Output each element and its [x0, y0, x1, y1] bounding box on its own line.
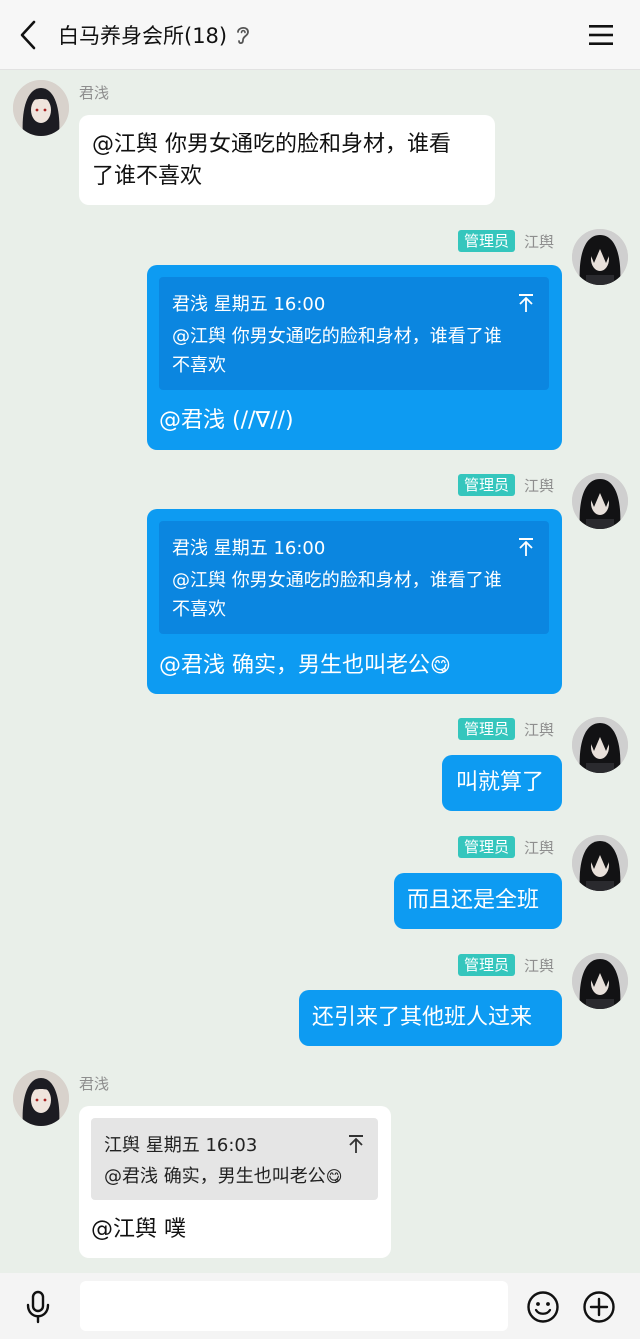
avatar[interactable] [572, 717, 628, 773]
tongue-emoji-icon: 😋 [430, 653, 451, 677]
quote-author-time: 江舆 星期五 16:03 [104, 1135, 258, 1156]
quote-author-time: 君浅 星期五 16:00 [172, 294, 326, 315]
jump-to-top-icon[interactable] [517, 293, 535, 313]
avatar[interactable] [13, 80, 69, 136]
message-text-content: @君浅 确实，男生也叫老公 [159, 653, 430, 678]
message-text: @江舆 你男女通吃的脸和身材，谁看 了谁不喜欢 [92, 129, 451, 193]
sender-name: 江舆 [524, 233, 555, 251]
microphone-icon [26, 1290, 50, 1324]
admin-badge: 管理员 [458, 718, 516, 740]
ear-icon[interactable] [234, 24, 252, 46]
avatar[interactable] [572, 229, 628, 285]
admin-badge: 管理员 [458, 474, 516, 496]
quoted-message[interactable]: 君浅 星期五 16:00 @江舆 你男女通吃的脸和身材，谁看了谁 不喜欢 [159, 277, 549, 390]
message-text: @君浅 确实，男生也叫老公😋 [159, 649, 451, 682]
chevron-left-icon [20, 20, 36, 50]
message-bubble[interactable]: 君浅 星期五 16:00 @江舆 你男女通吃的脸和身材，谁看了谁 不喜欢 @君浅… [147, 509, 562, 694]
sender-name: 江舆 [524, 721, 555, 739]
message-input[interactable] [80, 1281, 508, 1331]
avatar[interactable] [572, 473, 628, 529]
admin-badge: 管理员 [458, 954, 516, 976]
admin-badge: 管理员 [458, 230, 516, 252]
sender-name: 君浅 [79, 84, 110, 102]
message-text: @君浅 (//∇//) [159, 408, 294, 433]
message-bubble[interactable]: 叫就算了 [442, 755, 562, 811]
avatar[interactable] [572, 953, 628, 1009]
sender-name: 江舆 [524, 477, 555, 495]
tongue-emoji-icon: 😋 [325, 1167, 343, 1186]
smiley-icon [527, 1291, 559, 1323]
emoji-button[interactable] [526, 1290, 560, 1324]
back-button[interactable] [14, 17, 44, 53]
avatar[interactable] [572, 835, 628, 891]
message-text: 叫就算了 [456, 770, 545, 795]
quoted-message[interactable]: 君浅 星期五 16:00 @江舆 你男女通吃的脸和身材，谁看了谁 不喜欢 [159, 521, 549, 634]
message-list[interactable]: 君浅 @江舆 你男女通吃的脸和身材，谁看 了谁不喜欢 管理员 江舆 君浅 星期五… [0, 70, 640, 1273]
plus-circle-icon [583, 1291, 615, 1323]
message-line: @江舆 你男女通吃的脸和身材，谁看 [92, 132, 451, 157]
sender-name: 江舆 [524, 957, 555, 975]
quote-line: 不喜欢 [172, 355, 226, 376]
jump-to-top-icon[interactable] [347, 1134, 365, 1154]
input-bar [0, 1273, 640, 1339]
plus-button[interactable] [582, 1290, 616, 1324]
message-line: 了谁不喜欢 [92, 164, 203, 189]
menu-button[interactable] [586, 20, 616, 50]
quote-text: @君浅 确实，男生也叫老公😋 [104, 1162, 342, 1191]
sender-name: 君浅 [79, 1075, 110, 1093]
quote-line: @江舆 你男女通吃的脸和身材，谁看了谁 [172, 326, 502, 347]
message-text: 而且还是全班 [407, 888, 540, 913]
quote-line: @江舆 你男女通吃的脸和身材，谁看了谁 [172, 570, 502, 591]
hamburger-menu-icon [589, 25, 613, 45]
sender-name: 江舆 [524, 839, 555, 857]
message-bubble[interactable]: 还引来了其他班人过来 [299, 990, 562, 1046]
message-bubble[interactable]: 江舆 星期五 16:03 @君浅 确实，男生也叫老公😋 @江舆 噗 [79, 1106, 391, 1258]
message-text: @江舆 噗 [91, 1217, 186, 1242]
message-bubble[interactable]: 而且还是全班 [394, 873, 562, 929]
admin-badge: 管理员 [458, 836, 516, 858]
message-bubble[interactable]: @江舆 你男女通吃的脸和身材，谁看 了谁不喜欢 [79, 115, 495, 205]
chat-title[interactable]: 白马养身会所(18) [58, 20, 227, 50]
quote-text: @江舆 你男女通吃的脸和身材，谁看了谁 不喜欢 [172, 322, 542, 380]
quote-author-time: 君浅 星期五 16:00 [172, 538, 326, 559]
chat-header: 白马养身会所(18) [0, 0, 640, 70]
jump-to-top-icon[interactable] [517, 537, 535, 557]
message-text: 还引来了其他班人过来 [312, 1005, 533, 1030]
quote-text-content: @君浅 确实，男生也叫老公 [104, 1166, 326, 1187]
voice-button[interactable] [22, 1290, 54, 1324]
avatar[interactable] [13, 1070, 69, 1126]
quote-text: @江舆 你男女通吃的脸和身材，谁看了谁 不喜欢 [172, 566, 542, 624]
message-bubble[interactable]: 君浅 星期五 16:00 @江舆 你男女通吃的脸和身材，谁看了谁 不喜欢 @君浅… [147, 265, 562, 450]
quoted-message[interactable]: 江舆 星期五 16:03 @君浅 确实，男生也叫老公😋 [91, 1118, 378, 1200]
quote-line: 不喜欢 [172, 599, 226, 620]
